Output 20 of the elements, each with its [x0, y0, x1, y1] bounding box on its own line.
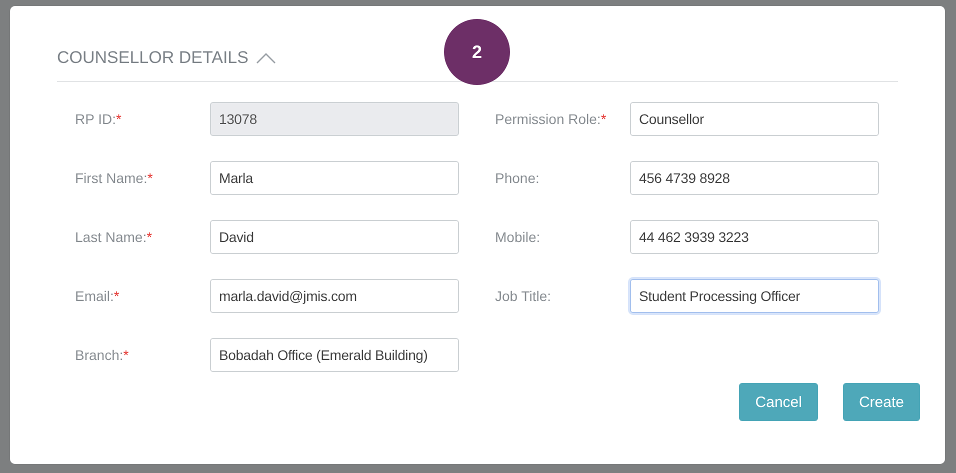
- input-field[interactable]: David: [210, 220, 459, 254]
- field-label: Last Name:*: [75, 229, 154, 245]
- input-field[interactable]: 456 4739 8928: [630, 161, 879, 195]
- field-label: Mobile:: [495, 229, 542, 245]
- field-label: Job Title:: [495, 288, 552, 304]
- field-label: Email:*: [75, 288, 120, 304]
- input-field[interactable]: marla.david@jmis.com: [210, 279, 459, 313]
- input-field[interactable]: 44 462 3939 3223: [630, 220, 879, 254]
- field-label: Phone:: [495, 170, 540, 186]
- field-label: Permission Role:*: [495, 111, 608, 127]
- field-label: Branch:*: [75, 347, 130, 363]
- field-label: First Name:*: [75, 170, 154, 186]
- input-field[interactable]: Marla: [210, 161, 459, 195]
- chevron-icon[interactable]: [256, 52, 276, 64]
- section-title: COUNSELLOR DETAILS: [57, 48, 248, 68]
- field-label: RP ID:*: [75, 111, 122, 127]
- input-field[interactable]: Bobadah Office (Emerald Building): [210, 338, 459, 372]
- input-field[interactable]: Counsellor: [630, 102, 879, 136]
- step-badge: 2: [444, 19, 510, 85]
- input-field[interactable]: Student Processing Officer: [630, 279, 879, 313]
